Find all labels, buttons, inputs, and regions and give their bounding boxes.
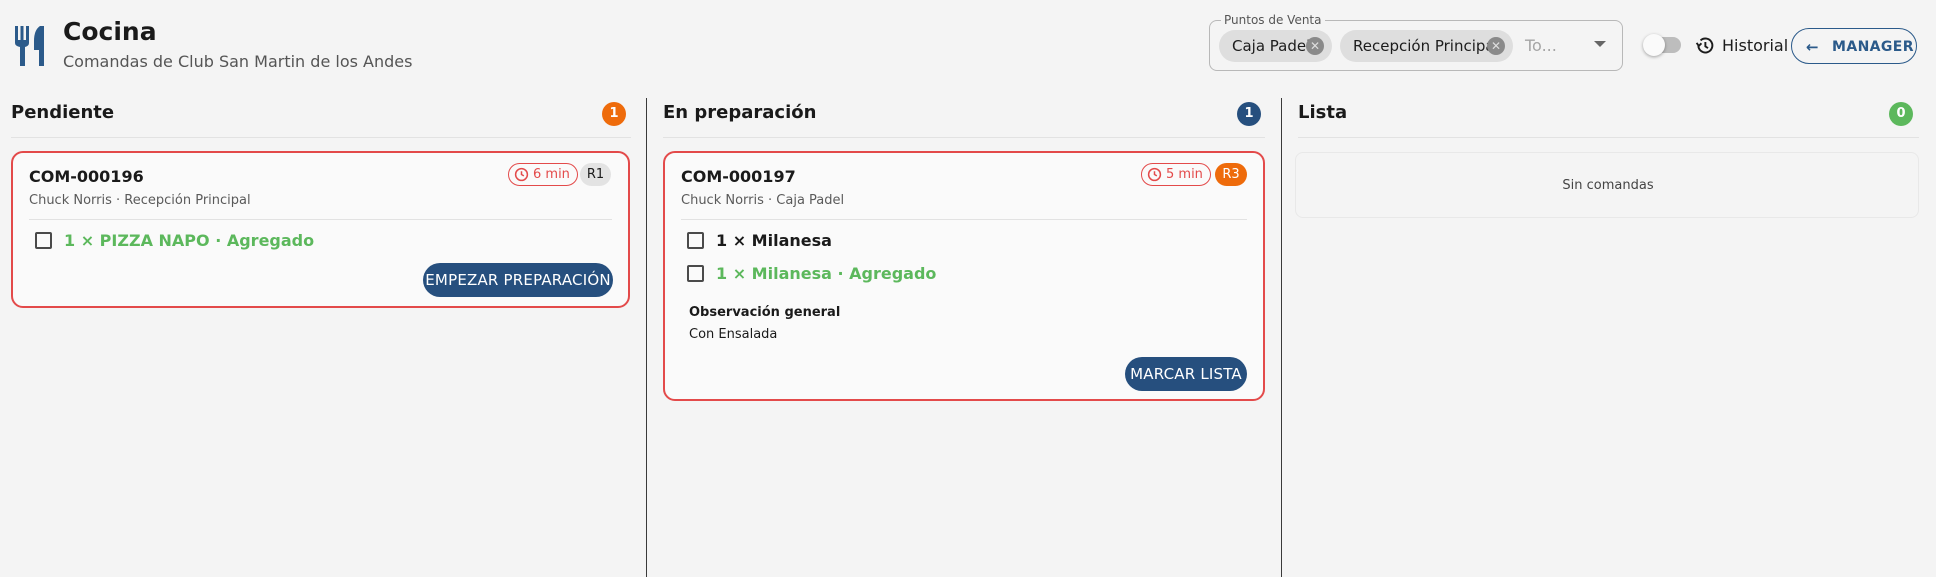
remove-chip-icon[interactable]: ✕ [1306,37,1324,55]
ready-count-badge: 0 [1889,102,1913,126]
history-icon [1695,37,1714,54]
pending-count-badge: 1 [602,102,626,126]
reservation-badge: R3 [1215,163,1247,186]
item-checkbox[interactable] [687,265,704,282]
order-meta: Chuck Norris · Caja Padel [681,193,845,208]
item-label: 1 × PIZZA NAPO · Agregado [64,231,315,250]
manager-label: MANAGER [1832,39,1914,55]
column-separator [1281,98,1282,577]
column-title-pending: Pendiente [11,102,115,123]
manager-button[interactable]: ← MANAGER [1791,28,1917,64]
chip-label: Recepción Principal [1353,37,1499,55]
observation-text: Con Ensalada [689,327,778,342]
clock-icon [514,167,529,182]
page-subtitle: Comandas de Club San Martin de los Andes [63,52,413,71]
page-title: Cocina [63,17,157,46]
mark-ready-button[interactable]: MARCAR LISTA [1125,357,1247,391]
toggle-knob [1643,34,1665,56]
start-preparation-button[interactable]: EMPEZAR PREPARACIÓN [423,263,613,297]
item-label: 1 × Milanesa [716,231,832,250]
toggle-switch[interactable] [1643,34,1681,56]
app-header: Cocina Comandas de Club San Martin de lo… [0,0,1936,88]
column-separator [646,98,647,577]
reservation-badge: R1 [580,163,611,186]
points-of-sale-input[interactable]: To... [1525,36,1557,55]
chevron-down-icon[interactable] [1594,41,1606,47]
item-checkbox[interactable] [687,232,704,249]
chip-caja-padel: Caja Padel ✕ [1219,30,1332,62]
elapsed-time-badge: 6 min [508,163,578,186]
observation-label: Observación general [689,305,841,320]
column-divider [663,137,1265,138]
empty-state: Sin comandas [1295,152,1919,218]
order-code: COM-000197 [681,167,796,186]
points-of-sale-label: Puntos de Venta [1221,13,1325,27]
empty-state-text: Sin comandas [1562,178,1654,193]
clock-icon [1147,167,1162,182]
elapsed-time: 5 min [1166,167,1203,182]
order-card-pending: COM-000196 Chuck Norris · Recepción Prin… [11,151,630,308]
history-label: Historial [1722,36,1789,55]
remove-chip-icon[interactable]: ✕ [1487,37,1505,55]
item-checkbox[interactable] [35,232,52,249]
order-card-preparing: COM-000197 Chuck Norris · Caja Padel 5 m… [663,151,1265,401]
column-divider [11,137,631,138]
order-code: COM-000196 [29,167,144,186]
elapsed-time-badge: 5 min [1141,163,1211,186]
card-divider [681,219,1247,220]
item-label: 1 × Milanesa · Agregado [716,264,937,283]
utensils-icon [15,26,44,66]
column-title-ready: Lista [1298,102,1348,123]
card-divider [29,219,612,220]
chip-label: Caja Padel [1232,37,1311,55]
order-meta: Chuck Norris · Recepción Principal [29,193,251,208]
column-divider [1298,137,1919,138]
chip-recepcion-principal: Recepción Principal ✕ [1340,30,1513,62]
arrow-left-icon: ← [1806,38,1819,56]
preparing-count-badge: 1 [1237,102,1261,126]
column-title-preparing: En preparación [663,102,817,123]
elapsed-time: 6 min [533,167,570,182]
